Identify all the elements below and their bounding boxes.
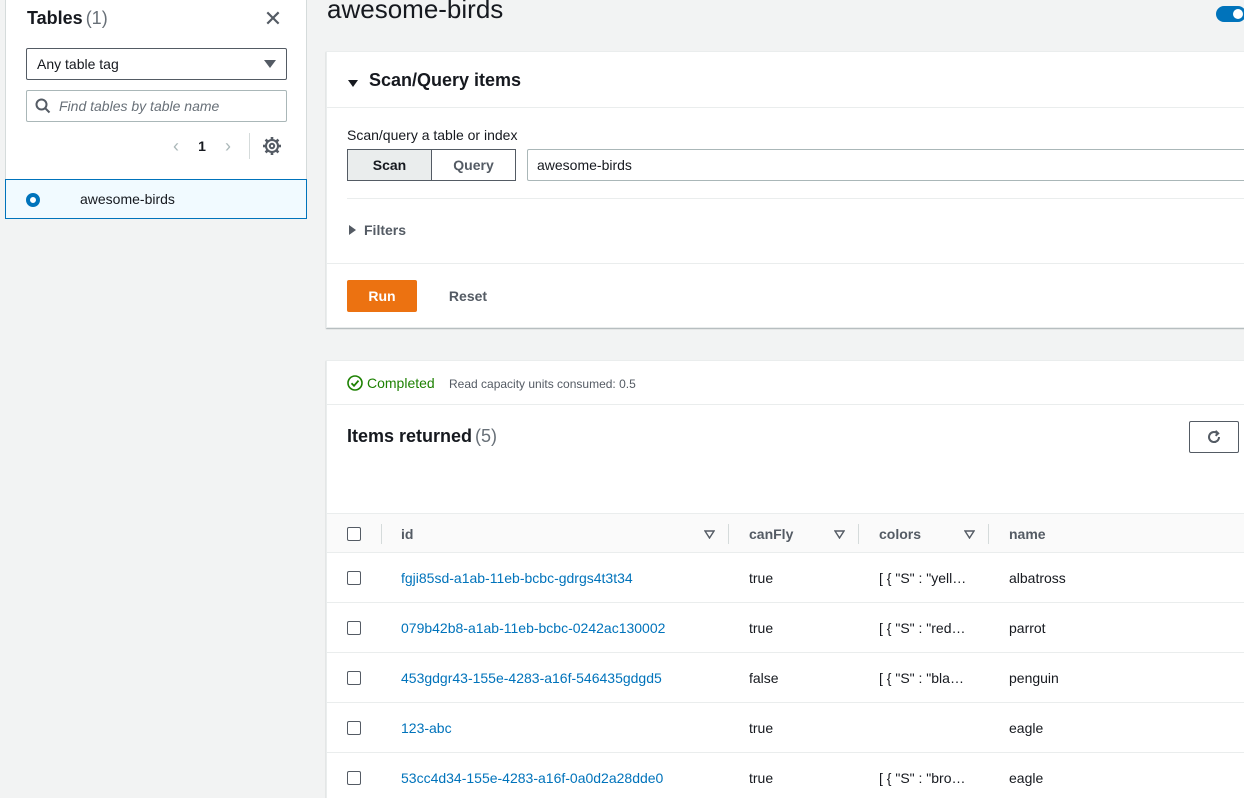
table-row: 53cc4d34-155e-4283-a16f-0a0d2a28dde0 tru… [327, 753, 1244, 798]
gear-icon[interactable] [262, 136, 282, 156]
items-returned-title: Items returned (5) [347, 426, 497, 447]
item-id-link[interactable]: 123-abc [401, 720, 452, 736]
toggle-knob [1233, 9, 1243, 19]
caret-right-icon [349, 225, 356, 235]
sort-icon[interactable] [704, 530, 715, 539]
items-returned-count: (5) [475, 426, 498, 446]
table-tag-select[interactable]: Any table tag [26, 48, 287, 80]
item-name: parrot [1009, 620, 1046, 636]
sidebar-title: Tables (1) [27, 8, 108, 29]
item-name: penguin [1009, 670, 1059, 686]
item-canfly: true [749, 720, 774, 736]
table-row: 453gdgr43-155e-4283-a16f-546435gdgd5 fal… [327, 653, 1244, 703]
sidebar-item-label: awesome-birds [80, 191, 175, 207]
pagination: ‹ 1 › [169, 133, 282, 159]
caret-down-icon [264, 60, 276, 68]
item-colors: [ { "S" : "yell… [879, 570, 967, 586]
item-colors: [ { "S" : "bla… [879, 670, 964, 686]
column-header-name[interactable]: name [1009, 526, 1046, 542]
sidebar-item-awesome-birds[interactable]: awesome-birds [5, 179, 307, 219]
item-id-link[interactable]: 453gdgr43-155e-4283-a16f-546435gdgd5 [401, 670, 662, 686]
results-panel: Completed Read capacity units consumed: … [326, 360, 1244, 798]
column-header-colors[interactable]: colors [879, 526, 921, 542]
radio-selected-icon[interactable] [26, 193, 40, 207]
table-search[interactable] [26, 90, 287, 122]
run-button[interactable]: Run [347, 280, 417, 312]
search-icon [35, 98, 51, 114]
refresh-button[interactable] [1189, 421, 1239, 453]
scan-query-panel: Scan/Query items Scan/query a table or i… [326, 51, 1244, 328]
status-text: Completed [367, 375, 435, 391]
column-header-canfly[interactable]: canFly [749, 526, 793, 542]
view-toggle[interactable] [1216, 6, 1244, 22]
scan-query-label: Scan/query a table or index [347, 127, 518, 143]
items-table: id canFly colors name fgji85sd-a1ab-11eb… [327, 513, 1244, 798]
row-checkbox[interactable] [347, 671, 361, 685]
column-header-id[interactable]: id [401, 526, 413, 542]
item-canfly: true [749, 620, 774, 636]
row-checkbox[interactable] [347, 621, 361, 635]
column-divider [858, 524, 859, 544]
divider [347, 198, 1244, 199]
sort-icon[interactable] [834, 530, 845, 539]
table-search-input[interactable] [59, 91, 281, 121]
column-divider [728, 524, 729, 544]
row-checkbox[interactable] [347, 571, 361, 585]
chevron-left-icon[interactable]: ‹ [169, 137, 183, 155]
item-canfly: true [749, 770, 774, 786]
scan-query-title: Scan/Query items [369, 70, 522, 90]
check-circle-icon [347, 375, 363, 391]
item-name: eagle [1009, 720, 1044, 736]
chevron-right-icon[interactable]: › [221, 137, 235, 155]
item-canfly: true [749, 570, 774, 586]
query-button[interactable]: Query [432, 149, 516, 181]
column-divider [381, 524, 382, 544]
scan-button[interactable]: Scan [347, 149, 432, 181]
filters-expander[interactable]: Filters [349, 222, 406, 238]
table-row: 079b42b8-a1ab-11eb-bcbc-0242ac130002 tru… [327, 603, 1244, 653]
table-tag-value: Any table tag [37, 56, 119, 72]
capacity-consumed: Read capacity units consumed: 0.5 [449, 377, 636, 391]
item-id-link[interactable]: 079b42b8-a1ab-11eb-bcbc-0242ac130002 [401, 620, 665, 636]
item-colors: [ { "S" : "bro… [879, 770, 966, 786]
item-canfly: false [749, 670, 779, 686]
scan-query-segmented-control: Scan Query [347, 149, 516, 181]
select-all-checkbox[interactable] [347, 527, 361, 541]
row-checkbox[interactable] [347, 721, 361, 735]
sidebar-table-count: (1) [85, 8, 108, 28]
status-bar: Completed Read capacity units consumed: … [327, 361, 1244, 405]
table-header: id canFly colors name [327, 513, 1244, 553]
row-checkbox[interactable] [347, 771, 361, 785]
page-number[interactable]: 1 [195, 138, 209, 154]
table-row: 123-abc true eagle [327, 703, 1244, 753]
table-row: fgji85sd-a1ab-11eb-bcbc-gdrgs4t3t34 true… [327, 553, 1244, 603]
refresh-icon [1208, 430, 1221, 443]
item-colors: [ { "S" : "red… [879, 620, 966, 636]
caret-down-icon [348, 80, 358, 87]
item-id-link[interactable]: fgji85sd-a1ab-11eb-bcbc-gdrgs4t3t34 [401, 570, 633, 586]
pager-divider [249, 133, 250, 159]
close-icon[interactable]: ✕ [262, 8, 284, 30]
column-divider [988, 524, 989, 544]
page-title: awesome-birds [327, 0, 504, 24]
reset-button[interactable]: Reset [433, 280, 503, 312]
tables-sidebar: Tables(1) ✕ Any table tag ‹ 1 › [5, 0, 307, 180]
table-index-select[interactable]: awesome-birds [527, 149, 1244, 181]
item-name: eagle [1009, 770, 1044, 786]
item-id-link[interactable]: 53cc4d34-155e-4283-a16f-0a0d2a28dde0 [401, 770, 663, 786]
items-returned-label: Items returned [347, 426, 473, 446]
item-name: albatross [1009, 570, 1066, 586]
scan-query-header[interactable]: Scan/Query items [327, 52, 1244, 108]
divider [327, 263, 1244, 264]
sidebar-title-text: Tables [27, 8, 83, 28]
filters-label: Filters [364, 222, 407, 238]
sort-icon[interactable] [964, 530, 975, 539]
